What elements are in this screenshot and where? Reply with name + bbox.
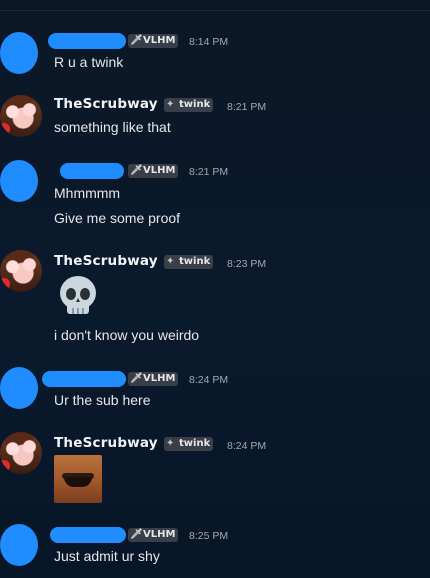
message-text: something like that <box>54 119 171 135</box>
message-text: Give me some proof <box>54 210 181 226</box>
message-text: i don't know you weirdo <box>54 327 200 343</box>
sword-icon: 🗡 <box>130 165 143 176</box>
author-name[interactable]: TheScrubway <box>54 435 158 451</box>
role-tag-label: VLHM <box>143 165 176 176</box>
role-tag[interactable]: ✦ twink <box>164 255 214 269</box>
timestamp: 8:21 PM <box>227 101 267 113</box>
timestamp: 8:24 PM <box>189 374 229 386</box>
role-tag-label: twink <box>179 256 211 267</box>
avatar-redacted[interactable] <box>0 524 38 566</box>
message-text: Just admit ur shy <box>54 548 160 564</box>
author-name[interactable]: TheScrubway <box>54 96 158 112</box>
sparkle-icon: ✦ <box>166 99 175 110</box>
author-name-redacted[interactable] <box>60 163 124 179</box>
avatar-redacted[interactable] <box>0 160 38 202</box>
sparkle-icon: ✦ <box>166 438 175 449</box>
avatar-redacted[interactable] <box>0 32 38 74</box>
message-text: Ur the sub here <box>54 392 151 408</box>
avatar[interactable] <box>0 95 42 137</box>
timestamp: 8:21 PM <box>189 166 229 178</box>
attachment-image[interactable] <box>54 455 102 503</box>
timestamp: 8:23 PM <box>227 258 267 270</box>
role-tag-label: VLHM <box>143 35 176 46</box>
role-tag[interactable]: ✦ twink <box>164 98 214 112</box>
skull-emoji-icon <box>60 276 96 314</box>
message-text: Mhmmmm <box>54 185 121 201</box>
role-tag[interactable]: 🗡VLHM <box>128 372 179 386</box>
role-tag-label: twink <box>179 99 211 110</box>
author-name-redacted[interactable] <box>42 371 126 387</box>
sword-icon: 🗡 <box>130 35 143 46</box>
timestamp: 8:25 PM <box>189 530 229 542</box>
timestamp: 8:24 PM <box>227 440 267 452</box>
chat-top-divider <box>0 10 430 11</box>
sword-icon: 🗡 <box>130 373 143 384</box>
avatar[interactable] <box>0 250 42 292</box>
role-tag[interactable]: 🗡VLHM <box>128 34 179 48</box>
author-name[interactable]: TheScrubway <box>54 253 158 269</box>
author-name-redacted[interactable] <box>48 33 126 49</box>
avatar[interactable] <box>0 432 42 474</box>
role-tag-label: VLHM <box>143 529 176 540</box>
author-name-redacted[interactable] <box>50 527 126 543</box>
role-tag-label: twink <box>179 438 211 449</box>
message-text: R u a twink <box>54 54 124 70</box>
role-tag-label: VLHM <box>143 373 176 384</box>
avatar-redacted[interactable] <box>0 367 38 409</box>
role-tag[interactable]: ✦ twink <box>164 437 214 451</box>
timestamp: 8:14 PM <box>189 36 229 48</box>
role-tag[interactable]: 🗡VLHM <box>128 528 179 542</box>
sparkle-icon: ✦ <box>166 256 175 267</box>
sword-icon: 🗡 <box>130 529 143 540</box>
role-tag[interactable]: 🗡VLHM <box>128 164 179 178</box>
